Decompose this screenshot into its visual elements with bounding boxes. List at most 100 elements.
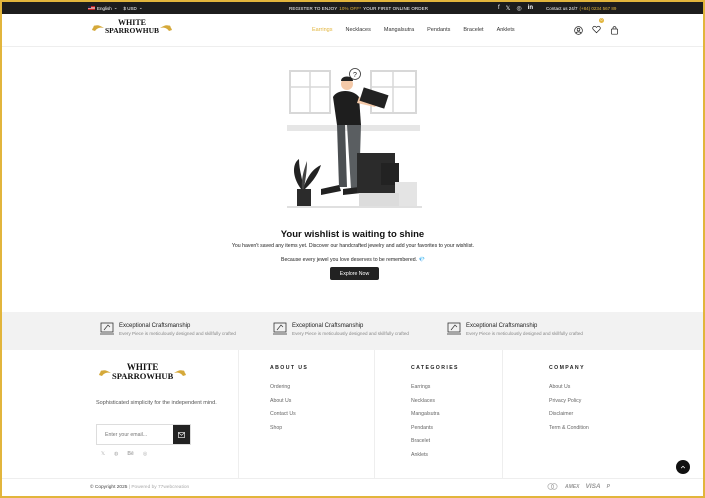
- features-strip: Exceptional Craftsmanship Every Piece is…: [2, 312, 703, 350]
- wishlist-empty-title: Your wishlist is waiting to shine: [280, 229, 425, 240]
- promo-highlight: 10% OFF*: [339, 5, 362, 11]
- feature-item: Exceptional Craftsmanship Every Piece is…: [446, 321, 583, 337]
- wishlist-button[interactable]: 0: [592, 18, 604, 39]
- footer-divider: [374, 350, 375, 478]
- footer-link[interactable]: Anklets: [411, 449, 459, 463]
- footer-link[interactable]: Privacy Policy: [549, 395, 589, 409]
- footer-link[interactable]: Bracelet: [411, 435, 459, 449]
- footer-link[interactable]: Pendants: [411, 422, 459, 436]
- footer-social-links: 𝕏 ◍ Bē ◎: [101, 451, 147, 457]
- feature-title: Exceptional Craftsmanship: [119, 322, 191, 329]
- footer-heading-about: ABOUT US: [270, 365, 309, 371]
- shopping-bag-icon[interactable]: [610, 25, 619, 35]
- footer-link[interactable]: Ordering: [270, 381, 308, 395]
- site-footer: WHITE SPARROWHUB: [2, 350, 703, 478]
- x-twitter-icon[interactable]: 𝕏: [101, 451, 105, 457]
- footer-tagline: Sophisticated simplicity for the indepen…: [96, 400, 217, 406]
- contact-label: Contact us 24/7: [546, 5, 578, 11]
- feature-title: Exceptional Craftsmanship: [292, 322, 364, 329]
- visa-icon: VISA: [585, 483, 601, 490]
- laptop-design-icon: [447, 322, 461, 335]
- page-frame: English ⌄ $ USD ⌄ REGISTER TO ENJOY 10% …: [0, 0, 705, 498]
- brand-line2: SPARROWHUB: [105, 26, 160, 35]
- brand-logo[interactable]: WHITE SPARROWHUB: [91, 19, 173, 35]
- email-input[interactable]: [97, 425, 173, 444]
- language-label: English: [97, 5, 112, 11]
- header-actions: 0: [574, 14, 619, 46]
- feature-subtitle: Every Piece is meticulously designed and…: [119, 330, 236, 336]
- nav-item-anklets[interactable]: Anklets: [497, 27, 515, 33]
- subscribe-button[interactable]: [173, 425, 190, 444]
- social-links: f 𝕏 ◎ in: [498, 2, 533, 14]
- footer-link[interactable]: Disclaimer: [549, 408, 589, 422]
- chevron-down-icon: ⌄: [113, 5, 118, 10]
- feature-subtitle: Every Piece is meticulously designed and…: [466, 330, 583, 336]
- footer-link[interactable]: Earrings: [411, 381, 459, 395]
- instagram-icon[interactable]: ◎: [143, 451, 147, 457]
- user-account-icon[interactable]: [574, 25, 583, 35]
- footer-link[interactable]: About Us: [270, 395, 308, 409]
- brand-wordmark: WHITE SPARROWHUB: [112, 363, 173, 381]
- chevron-up-icon: [680, 465, 686, 469]
- footer-link[interactable]: Shop: [270, 422, 308, 436]
- nav-item-earrings[interactable]: Earrings: [312, 27, 332, 33]
- footer-divider: [502, 350, 503, 478]
- footer-bottom-bar: © Copyright 2025 | Powered by 77webcreat…: [2, 478, 703, 496]
- feature-item: Exceptional Craftsmanship Every Piece is…: [272, 321, 409, 337]
- copyright-text: © Copyright 2025 | Powered by 77webcreat…: [90, 485, 189, 490]
- footer-link[interactable]: Contact Us: [270, 408, 308, 422]
- behance-icon[interactable]: Bē: [127, 451, 133, 457]
- gem-icon: 💎: [418, 257, 426, 263]
- dribbble-icon[interactable]: ◍: [114, 451, 118, 457]
- powered-by-link[interactable]: | Powered by 77webcreation: [129, 485, 189, 490]
- site-header: WHITE SPARROWHUB Earrings Necklaces Mang…: [2, 14, 703, 47]
- footer-brand-logo[interactable]: WHITE SPARROWHUB: [98, 363, 187, 381]
- newsletter-form: [96, 424, 191, 445]
- top-bar: English ⌄ $ USD ⌄ REGISTER TO ENJOY 10% …: [2, 2, 703, 14]
- currency-label: $ USD: [123, 5, 137, 11]
- amex-icon: AMEX: [565, 483, 580, 490]
- footer-divider: [238, 350, 239, 478]
- ornament-right-icon: [174, 369, 187, 376]
- us-flag-icon: [88, 5, 95, 11]
- promo-suffix: YOUR FIRST ONLINE ORDER: [363, 5, 429, 11]
- wishlist-empty-tagline: Because every jewel you love deserves to…: [280, 257, 418, 263]
- footer-heading-company: COMPANY: [549, 365, 585, 371]
- facebook-icon[interactable]: f: [498, 5, 500, 11]
- x-twitter-icon[interactable]: 𝕏: [506, 5, 511, 12]
- laptop-design-icon: [273, 322, 287, 335]
- brand-wordmark: WHITE SPARROWHUB: [105, 19, 159, 35]
- contact-phone[interactable]: (+84) 0234 567 89: [580, 6, 617, 11]
- mastercard-icon: [547, 483, 558, 490]
- ornament-right-icon: [160, 24, 173, 31]
- empty-wishlist-illustration: ?: [287, 68, 422, 208]
- footer-link[interactable]: Term & Condition: [549, 422, 589, 436]
- contact-info: Contact us 24/7 (+84) 0234 567 89: [546, 2, 616, 14]
- footer-link[interactable]: Necklaces: [411, 395, 459, 409]
- nav-item-mangalsutra[interactable]: Mangalsutra: [384, 27, 414, 33]
- promo-prefix: REGISTER TO ENJOY: [289, 5, 338, 11]
- nav-item-pendants[interactable]: Pendants: [427, 27, 450, 33]
- footer-link[interactable]: Mangalsutra: [411, 408, 459, 422]
- feature-title: Exceptional Craftsmanship: [466, 322, 538, 329]
- nav-item-necklaces[interactable]: Necklaces: [345, 27, 370, 33]
- instagram-icon[interactable]: ◎: [517, 5, 522, 12]
- wishlist-empty-description: You haven't saved any items yet. Discove…: [231, 243, 475, 249]
- ornament-left-icon: [92, 24, 104, 31]
- footer-col-about: ABOUT US Ordering About Us Contact Us Sh…: [270, 365, 308, 435]
- nav-item-bracelet[interactable]: Bracelet: [463, 27, 483, 33]
- promo-banner: REGISTER TO ENJOY 10% OFF* YOUR FIRST ON…: [289, 2, 428, 14]
- footer-col-categories: CATEGORIES Earrings Necklaces Mangalsutr…: [411, 365, 459, 463]
- explore-now-button[interactable]: Explore Now: [330, 267, 379, 280]
- chevron-down-icon: ⌄: [138, 5, 143, 10]
- currency-selector[interactable]: $ USD ⌄: [124, 5, 143, 11]
- language-selector[interactable]: English ⌄: [88, 5, 118, 11]
- main-nav: Earrings Necklaces Mangalsutra Pendants …: [312, 14, 515, 46]
- paypal-icon: P: [606, 483, 610, 490]
- footer-link[interactable]: About Us: [549, 381, 589, 395]
- feature-item: Exceptional Craftsmanship Every Piece is…: [99, 321, 236, 337]
- svg-text:?: ?: [353, 72, 357, 79]
- linkedin-icon[interactable]: in: [528, 5, 533, 11]
- back-to-top-button[interactable]: [676, 460, 690, 474]
- feature-subtitle: Every Piece is meticulously designed and…: [292, 330, 409, 336]
